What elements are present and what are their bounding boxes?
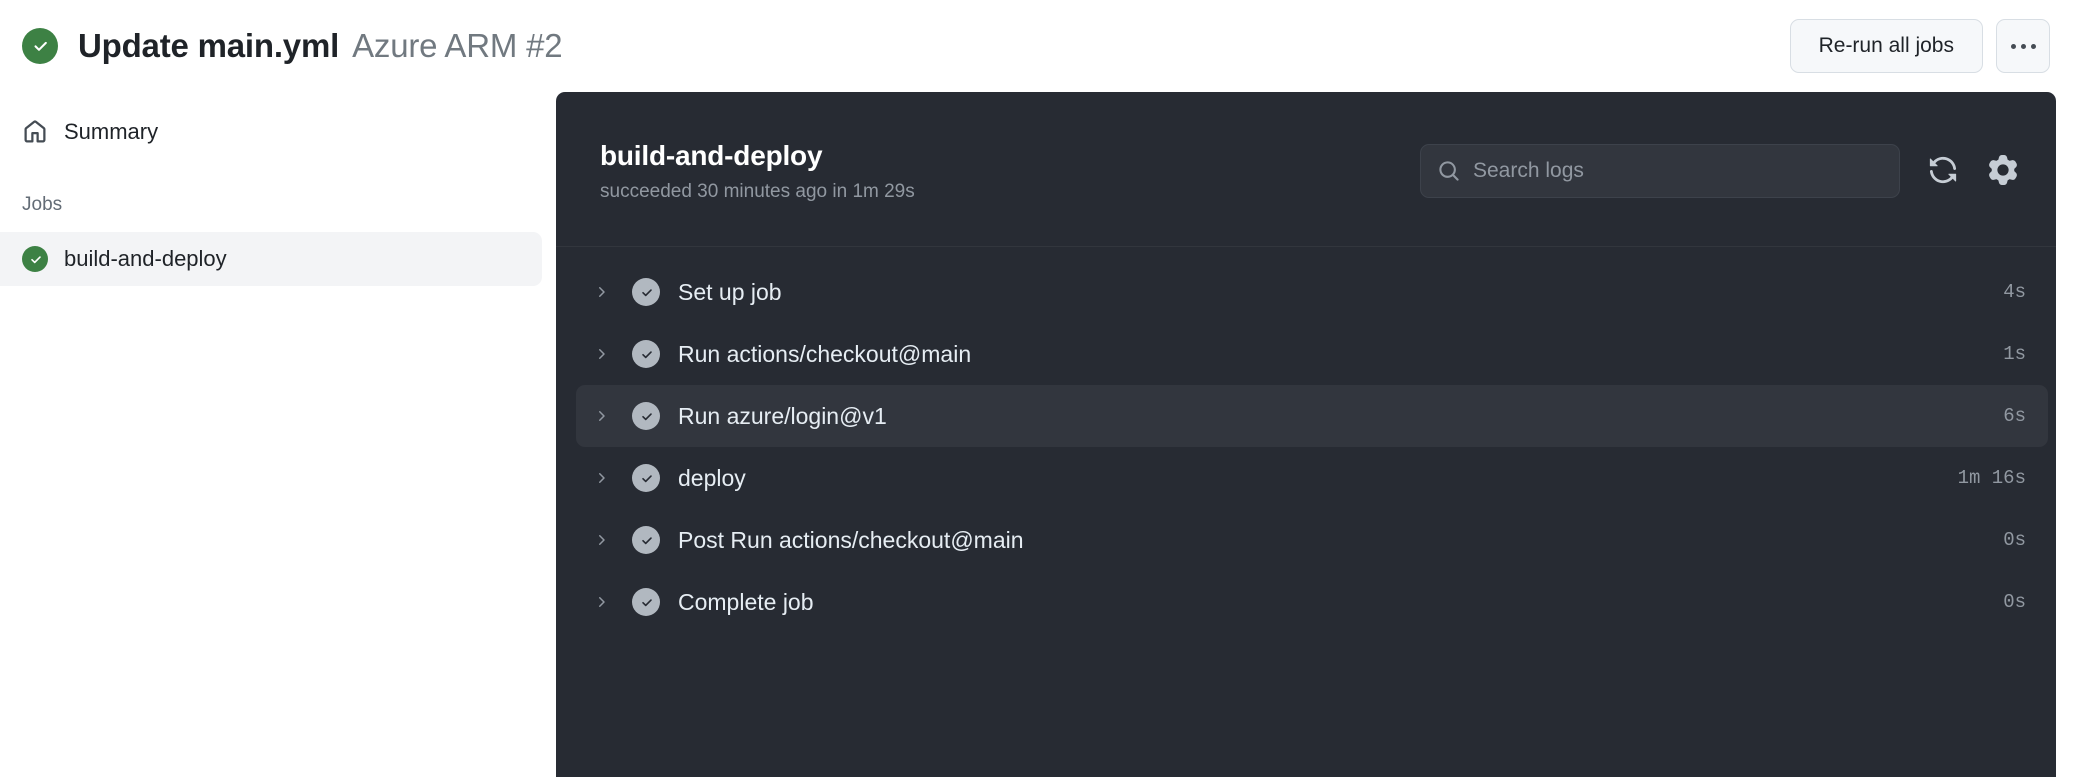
settings-button[interactable]: [1986, 154, 2020, 188]
check-circle-fill-icon: [632, 278, 660, 306]
step-row[interactable]: Run actions/checkout@main 1s: [576, 323, 2048, 385]
check-circle-fill-icon: [632, 402, 660, 430]
check-circle-fill-icon: [632, 464, 660, 492]
header-actions: Re-run all jobs: [1790, 19, 2050, 73]
search-logs-box[interactable]: [1420, 144, 1900, 198]
step-row[interactable]: Run azure/login@v1 6s: [576, 385, 2048, 447]
search-logs-input[interactable]: [1473, 159, 1883, 183]
sidebar-jobs-heading: Jobs: [0, 194, 556, 216]
sidebar-item-build-and-deploy[interactable]: build-and-deploy: [0, 232, 542, 286]
check-circle-fill-icon: [632, 340, 660, 368]
workflow-run-name: Azure ARM #2: [352, 27, 562, 65]
step-row[interactable]: deploy 1m 16s: [576, 447, 2048, 509]
step-name: Run actions/checkout@main: [678, 341, 971, 368]
chevron-right-icon[interactable]: [588, 408, 614, 424]
check-circle-fill-icon: [22, 28, 58, 64]
step-name: deploy: [678, 465, 746, 492]
page-title: Update main.yml: [78, 27, 339, 65]
sync-icon: [1928, 155, 1958, 188]
kebab-icon: [2011, 44, 2036, 49]
step-duration: 1m 16s: [1958, 467, 2026, 489]
sidebar-item-summary[interactable]: Summary: [10, 108, 542, 156]
check-circle-fill-icon: [632, 588, 660, 616]
job-status-text: succeeded 30 minutes ago in 1m 29s: [600, 181, 915, 203]
rerun-all-jobs-button[interactable]: Re-run all jobs: [1790, 19, 1983, 73]
check-circle-fill-icon: [22, 246, 48, 272]
page-header: Update main.yml Azure ARM #2 Re-run all …: [0, 0, 2076, 92]
step-row[interactable]: Post Run actions/checkout@main 0s: [576, 509, 2048, 571]
body-wrapper: Summary Jobs build-and-deploy build-and-…: [0, 92, 2076, 777]
home-icon: [22, 120, 48, 144]
log-panel-header-actions: [1420, 144, 2020, 198]
log-title-block: build-and-deploy succeeded 30 minutes ag…: [600, 140, 915, 203]
step-duration: 1s: [2003, 343, 2026, 365]
step-name: Complete job: [678, 589, 814, 616]
log-panel: build-and-deploy succeeded 30 minutes ag…: [556, 92, 2056, 777]
step-name: Post Run actions/checkout@main: [678, 527, 1024, 554]
chevron-right-icon[interactable]: [588, 284, 614, 300]
chevron-right-icon[interactable]: [588, 532, 614, 548]
step-row[interactable]: Complete job 0s: [576, 571, 2048, 633]
step-duration: 4s: [2003, 281, 2026, 303]
step-duration: 6s: [2003, 405, 2026, 427]
step-duration: 0s: [2003, 591, 2026, 613]
check-circle-fill-icon: [632, 526, 660, 554]
refresh-logs-button[interactable]: [1926, 154, 1960, 188]
gear-icon: [1988, 155, 2018, 188]
step-duration: 0s: [2003, 529, 2026, 551]
chevron-right-icon[interactable]: [588, 346, 614, 362]
step-name: Set up job: [678, 279, 782, 306]
log-panel-header: build-and-deploy succeeded 30 minutes ag…: [556, 92, 2056, 247]
sidebar-item-build-and-deploy-label: build-and-deploy: [64, 246, 227, 272]
sidebar: Summary Jobs build-and-deploy: [0, 92, 556, 286]
search-icon: [1437, 160, 1461, 182]
chevron-right-icon[interactable]: [588, 470, 614, 486]
sidebar-item-summary-label: Summary: [64, 119, 158, 145]
more-options-button[interactable]: [1996, 19, 2050, 73]
steps-list: Set up job4sRun actions/checkout@main1sR…: [556, 247, 2056, 633]
step-row[interactable]: Set up job 4s: [576, 261, 2048, 323]
step-name: Run azure/login@v1: [678, 403, 887, 430]
chevron-right-icon[interactable]: [588, 594, 614, 610]
job-title: build-and-deploy: [600, 140, 915, 172]
